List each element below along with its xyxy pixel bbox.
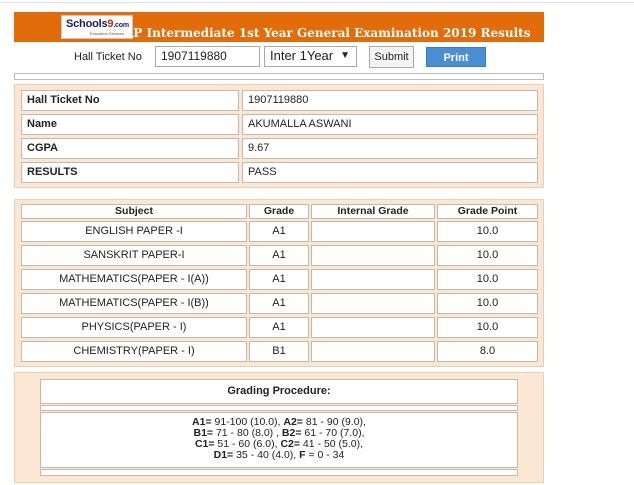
subject-cell: CHEMISTRY(PAPER - I) [21,341,247,362]
grade-range: 35 - 40 (4.0), [233,449,300,461]
hall-ticket-input[interactable]: 1907119880 [155,46,260,67]
logo-tagline: Education Services [90,31,125,36]
grade-cell: A1 [249,221,309,242]
grade-point-cell: 8.0 [437,341,538,362]
internal-grade-cell [311,293,435,314]
grade-range: = 0 - 34 [305,449,345,461]
submit-button[interactable]: Submit [369,46,414,68]
grade-cell: A1 [249,269,309,290]
column-header-grade-point: Grade Point [437,204,538,219]
info-row-results: RESULTS PASS [21,162,538,183]
schools9-logo[interactable]: Schools9.com Education Services [61,15,133,39]
grade-cell: A1 [249,293,309,314]
logo-text: Schools9.com [66,18,129,30]
top-divider [0,2,634,3]
internal-grade-cell [311,317,435,338]
title-bar: Schools9.com Education Services AP Inter… [14,12,544,42]
grade-key: D1= [213,449,234,461]
subject-cell: SANSKRIT PAPER-I [21,245,247,266]
subject-cell: MATHEMATICS(PAPER - I(B)) [21,293,247,314]
subject-cell: ENGLISH PAPER -I [21,221,247,242]
year-select-value: Inter 1Year [270,48,334,63]
info-key: CGPA [21,138,239,159]
grade-point-cell: 10.0 [437,293,538,314]
grading-footer [40,469,518,476]
internal-grade-cell [311,245,435,266]
info-value: 1907119880 [242,90,538,111]
info-row-hall-ticket: Hall Ticket No 1907119880 [21,90,538,111]
grading-scale: A1= 91-100 (10.0), A2= 81 - 90 (9.0), B1… [40,412,518,468]
info-key: Hall Ticket No [21,90,239,111]
grade-point-cell: 10.0 [437,245,538,266]
grade-cell: A1 [249,245,309,266]
marks-table: Subject Grade Internal Grade Grade Point… [14,199,544,367]
info-key: Name [21,114,239,135]
column-header-grade: Grade [249,204,309,219]
grading-procedure-panel: Grading Procedure: A1= 91-100 (10.0), A2… [14,372,544,483]
internal-grade-cell [311,269,435,290]
page-title: AP Intermediate 1st Year General Examina… [124,26,531,40]
grading-line: D1= 35 - 40 (4.0), F = 0 - 34 [41,450,517,461]
grading-separator [40,405,518,411]
result-header: Schools9.com Education Services AP Inter… [14,12,544,42]
chevron-down-icon: ▼ [340,50,350,61]
internal-grade-cell [311,221,435,242]
grade-point-cell: 10.0 [437,269,538,290]
grading-title: Grading Procedure: [40,379,518,404]
grade-cell: A1 [249,317,309,338]
internal-grade-cell [311,341,435,362]
info-value: PASS [242,162,538,183]
grade-key: C1= [194,438,215,450]
grade-cell: B1 [249,341,309,362]
info-row-name: Name AKUMALLA ASWANI [21,114,538,135]
hall-ticket-label: Hall Ticket No [74,51,142,63]
info-value: 9.67 [242,138,538,159]
info-value: AKUMALLA ASWANI [242,114,538,135]
print-button[interactable]: Print [426,47,486,67]
grade-point-cell: 10.0 [437,317,538,338]
student-info-panel: Hall Ticket No 1907119880 Name AKUMALLA … [14,84,544,188]
search-form: Hall Ticket No 1907119880 Inter 1Year ▼ … [14,46,544,68]
grade-point-cell: 10.0 [437,221,538,242]
year-select[interactable]: Inter 1Year ▼ [264,46,357,67]
info-key: RESULTS [21,162,239,183]
separator-bar [14,73,544,80]
column-header-internal-grade: Internal Grade [311,204,435,219]
column-header-subject: Subject [21,204,247,219]
info-row-cgpa: CGPA 9.67 [21,138,538,159]
subject-cell: PHYSICS(PAPER - I) [21,317,247,338]
subject-cell: MATHEMATICS(PAPER - I(A)) [21,269,247,290]
